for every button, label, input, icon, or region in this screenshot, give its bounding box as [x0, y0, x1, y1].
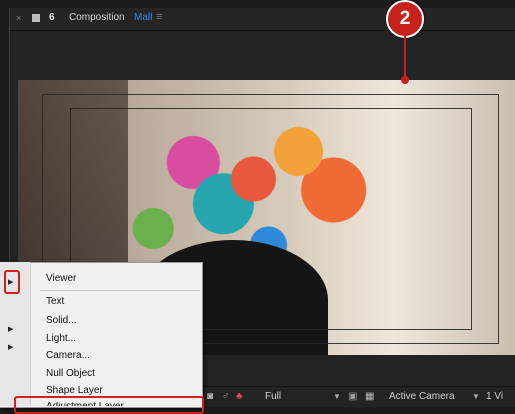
menu-item-shape-layer[interactable]: Shape Layer	[46, 385, 103, 396]
menu-item-camera[interactable]: Camera...	[46, 350, 90, 361]
camera-dropdown-icon[interactable]: ▼	[472, 392, 480, 401]
composition-tab-title[interactable]: Composition	[69, 12, 125, 23]
channel-color-icon[interactable]: ♣	[236, 391, 243, 402]
lock-icon[interactable]	[32, 14, 40, 22]
resolution-dropdown-icon[interactable]: ▼	[333, 392, 341, 401]
submenu-arrow-icon[interactable]: ▶	[8, 325, 13, 333]
composition-tab-bar: × 6 Composition Mall ≡	[10, 8, 515, 31]
submenu-arrow-icon[interactable]: ▶	[8, 343, 13, 351]
snapshot-camera-icon[interactable]: ◙	[207, 391, 213, 402]
menu-item-viewer[interactable]: Viewer	[46, 273, 76, 284]
transparency-grid-icon[interactable]: ▦	[365, 391, 374, 402]
adjustment-layer-highlight	[14, 396, 204, 414]
new-submenu-highlight	[4, 270, 20, 294]
region-of-interest-icon[interactable]: ▣	[348, 391, 357, 402]
label-color-number: 6	[49, 12, 55, 23]
show-snapshot-icon[interactable]: ♂	[222, 391, 230, 402]
menu-separator	[40, 290, 200, 291]
composition-name[interactable]: Mall	[134, 12, 152, 23]
menu-item-solid[interactable]: Solid...	[46, 315, 77, 326]
callout-leader-dot	[401, 76, 409, 84]
viewer-toolbar: ◙ ♂ ♣ Full ▼ ▣ ▦ Active Camera ▼ 1 Vi	[202, 386, 515, 407]
menu-item-light[interactable]: Light...	[46, 333, 76, 344]
active-camera-select[interactable]: Active Camera	[389, 391, 455, 402]
close-tab-icon[interactable]: ×	[16, 13, 21, 23]
menu-item-text[interactable]: Text	[46, 296, 64, 307]
step-callout-badge: 2	[386, 0, 424, 38]
panel-menu-icon[interactable]: ≡	[156, 11, 162, 23]
callout-leader-line	[404, 36, 406, 79]
menu-item-null-object[interactable]: Null Object	[46, 368, 95, 379]
resolution-select[interactable]: Full	[265, 391, 281, 402]
view-layout-select[interactable]: 1 Vi	[486, 391, 503, 402]
